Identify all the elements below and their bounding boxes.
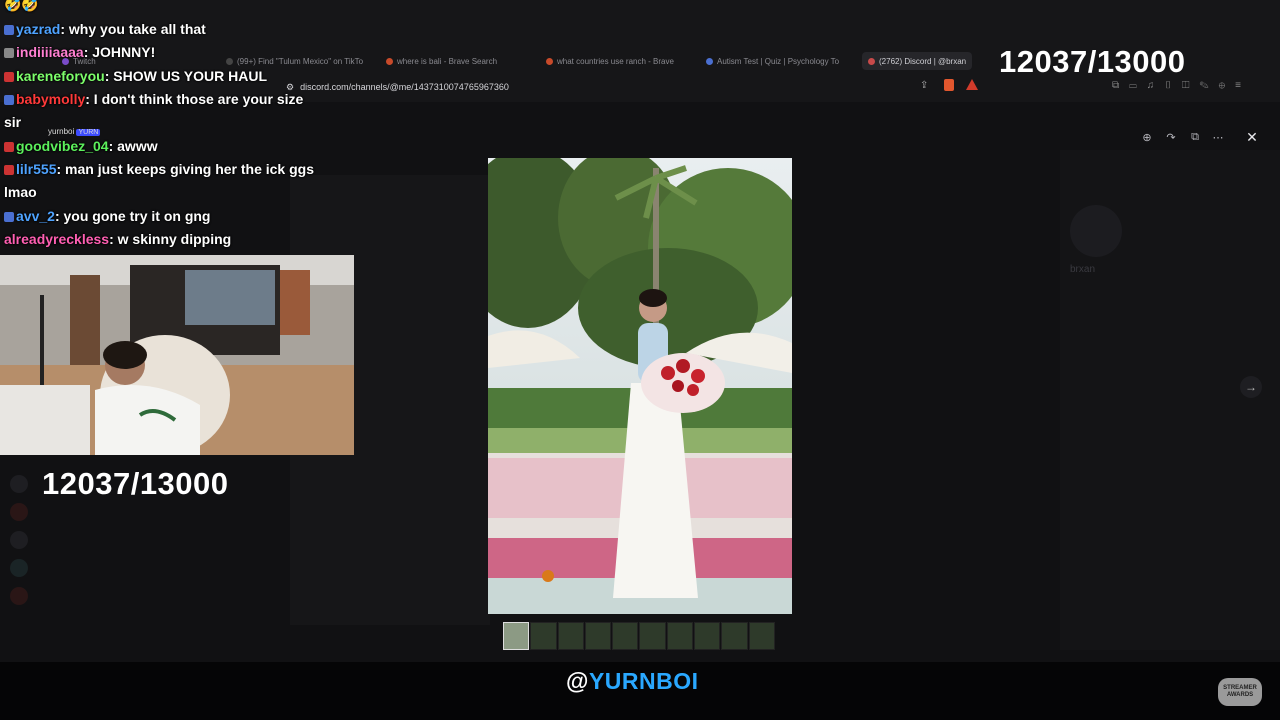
gallery-thumbnail[interactable] — [666, 622, 694, 650]
chat-message: babymolly: I don't think those are your … — [4, 91, 303, 107]
chat-message: yazrad: why you take all that — [4, 21, 206, 37]
streamer-awards-logo: STREAMER AWARDS — [1218, 678, 1262, 706]
brave-icon — [386, 57, 393, 65]
gallery-thumbnail[interactable] — [503, 622, 530, 650]
badge-icon — [4, 142, 14, 152]
psychology-icon — [706, 57, 713, 65]
address-bar[interactable]: ⚙ discord.com/channels/@me/14373100747659… — [286, 79, 986, 95]
channel-handle: @YURNBOI — [566, 668, 699, 694]
gallery-thumbnail[interactable] — [584, 622, 612, 650]
attachment-image — [488, 158, 792, 614]
server-list — [10, 475, 30, 645]
profile-avatar — [1070, 205, 1122, 257]
chat-message: sir — [4, 114, 22, 130]
gallery-thumbnail[interactable] — [530, 622, 557, 650]
webcam-overlay-name: yurnboi YURN — [48, 127, 101, 136]
next-arrow-icon[interactable]: → — [1240, 376, 1262, 398]
webcam-feed — [0, 255, 354, 455]
badge-icon — [4, 48, 14, 58]
badge-icon — [4, 25, 14, 35]
tab-discord[interactable]: (2762) Discord | @brxan — [862, 52, 973, 70]
chat-message: lilr555: man just keeps giving her the i… — [4, 161, 314, 177]
badge-icon — [4, 165, 14, 175]
server-icon[interactable] — [10, 587, 28, 605]
server-icon[interactable] — [10, 503, 28, 521]
gallery-thumbnail[interactable] — [694, 622, 721, 650]
tab-autism-test[interactable]: Autism Test | Quiz | Psychology To — [706, 52, 839, 70]
badge-icon — [4, 72, 14, 82]
discord-icon — [868, 57, 875, 65]
chat-message: kareneforyou: SHOW US YOUR HAUL — [4, 68, 267, 84]
gallery-thumbnail[interactable] — [748, 622, 775, 650]
server-icon[interactable] — [10, 531, 28, 549]
extensions-icon[interactable]: ⧉▭♫▯◫✎⊕≡ — [1112, 80, 1251, 91]
gallery-thumbnails — [503, 622, 775, 650]
open-external-icon[interactable]: ⧉ — [1186, 128, 1204, 146]
brave-rewards-icon[interactable] — [966, 79, 978, 90]
tiktok-icon — [226, 57, 233, 65]
rotate-icon[interactable]: ↷ — [1162, 128, 1180, 146]
gallery-thumbnail[interactable] — [612, 622, 639, 650]
server-icon[interactable] — [10, 559, 28, 577]
chat-message: lmao — [4, 184, 37, 200]
share-icon[interactable]: ⇪ — [920, 80, 928, 91]
zoom-in-icon[interactable]: ⊕ — [1138, 128, 1156, 146]
gallery-thumbnail[interactable] — [721, 622, 748, 650]
chat-message: indiiiiaaaa: JOHNNY! — [4, 44, 155, 60]
tab-ranch-search[interactable]: what countries use ranch - Brave — [546, 52, 674, 70]
chat-message: avv_2: you gone try it on gng — [4, 208, 210, 224]
profile-name: brxan — [1070, 264, 1096, 275]
webcam-illustration — [0, 255, 354, 455]
gallery-thumbnail[interactable] — [639, 622, 666, 650]
brave-shield-icon[interactable] — [944, 79, 954, 91]
close-icon[interactable]: ✕ — [1242, 127, 1262, 147]
tab-bali-search[interactable]: where is bali - Brave Search — [386, 52, 497, 70]
chat-message: 🤣🤣 — [4, 0, 39, 12]
photo-illustration — [488, 158, 792, 614]
gallery-thumbnail[interactable] — [557, 622, 584, 650]
badge-icon — [4, 212, 14, 222]
chat-message: alreadyreckless: w skinny dipping — [4, 231, 232, 247]
webcam-badge: YURN — [76, 129, 101, 136]
badge-icon — [4, 95, 14, 105]
goal-counter-left: 12037/13000 — [42, 466, 229, 501]
chat-message: goodvibez_04: awww — [4, 138, 158, 154]
brave-icon — [546, 57, 553, 65]
server-icon[interactable] — [10, 475, 28, 493]
goal-counter-top: 12037/13000 — [999, 44, 1186, 79]
more-icon[interactable]: ⋯ — [1209, 128, 1227, 146]
